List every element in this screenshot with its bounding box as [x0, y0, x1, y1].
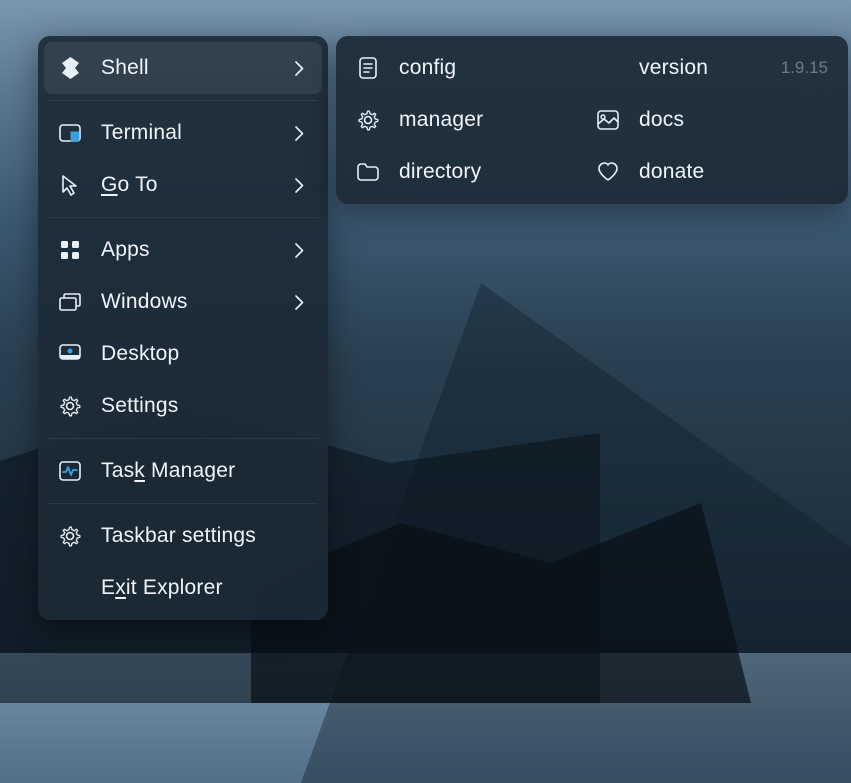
submenu-item-label: directory	[399, 160, 568, 184]
submenu-item-label: version	[639, 56, 769, 80]
cursor-icon	[58, 173, 82, 197]
heart-icon	[596, 160, 620, 184]
menu-item-label: Taskbar settings	[101, 524, 308, 548]
submenu-item-label: manager	[399, 108, 568, 132]
chevron-right-icon	[290, 176, 308, 194]
task-manager-icon	[58, 459, 82, 483]
version-tag: 1.9.15	[781, 58, 828, 78]
submenu-item-label: config	[399, 56, 568, 80]
gear-icon	[58, 394, 82, 418]
menu-item-terminal[interactable]: Terminal	[44, 107, 322, 159]
apps-icon	[58, 238, 82, 262]
submenu-item-docs[interactable]: docs	[582, 94, 842, 146]
submenu-item-directory[interactable]: directory	[342, 146, 582, 198]
chevron-right-icon	[290, 241, 308, 259]
menu-separator	[48, 503, 318, 504]
gear-icon	[356, 108, 380, 132]
submenu-item-label: donate	[639, 160, 828, 184]
menu-item-label: Shell	[101, 56, 290, 80]
blank-icon	[58, 576, 82, 600]
submenu-item-label: docs	[639, 108, 828, 132]
menu-item-windows[interactable]: Windows	[44, 276, 322, 328]
menu-item-taskbar[interactable]: Taskbar settings	[44, 510, 322, 562]
chevron-right-icon	[290, 293, 308, 311]
menu-item-label: Desktop	[101, 342, 308, 366]
submenu-item-config[interactable]: config	[342, 42, 582, 94]
windows-icon	[58, 290, 82, 314]
submenu-shell: config version 1.9.15 manager docs direc…	[336, 36, 848, 204]
submenu-item-version[interactable]: version 1.9.15	[582, 42, 842, 94]
menu-item-apps[interactable]: Apps	[44, 224, 322, 276]
menu-item-label: Task Manager	[101, 459, 308, 483]
menu-item-taskmgr[interactable]: Task Manager	[44, 445, 322, 497]
menu-item-label: Apps	[101, 238, 290, 262]
menu-item-label: Settings	[101, 394, 308, 418]
menu-item-label: Windows	[101, 290, 290, 314]
context-menu: Shell Terminal Go To Apps	[38, 36, 328, 620]
docs-icon	[596, 108, 620, 132]
gear-icon	[58, 524, 82, 548]
blank-icon	[596, 56, 620, 80]
menu-separator	[48, 100, 318, 101]
shell-icon	[58, 56, 82, 80]
menu-item-settings[interactable]: Settings	[44, 380, 322, 432]
document-icon	[356, 56, 380, 80]
menu-item-label: Go To	[101, 173, 290, 197]
menu-item-desktop[interactable]: Desktop	[44, 328, 322, 380]
menu-item-goto[interactable]: Go To	[44, 159, 322, 211]
chevron-right-icon	[290, 124, 308, 142]
menu-item-exit[interactable]: Exit Explorer	[44, 562, 322, 614]
menu-separator	[48, 438, 318, 439]
folder-icon	[356, 160, 380, 184]
submenu-item-manager[interactable]: manager	[342, 94, 582, 146]
terminal-icon	[58, 121, 82, 145]
menu-separator	[48, 217, 318, 218]
menu-item-label: Exit Explorer	[101, 576, 308, 600]
submenu-item-donate[interactable]: donate	[582, 146, 842, 198]
menu-item-shell[interactable]: Shell	[44, 42, 322, 94]
desktop-icon	[58, 342, 82, 366]
chevron-right-icon	[290, 59, 308, 77]
menu-item-label: Terminal	[101, 121, 290, 145]
